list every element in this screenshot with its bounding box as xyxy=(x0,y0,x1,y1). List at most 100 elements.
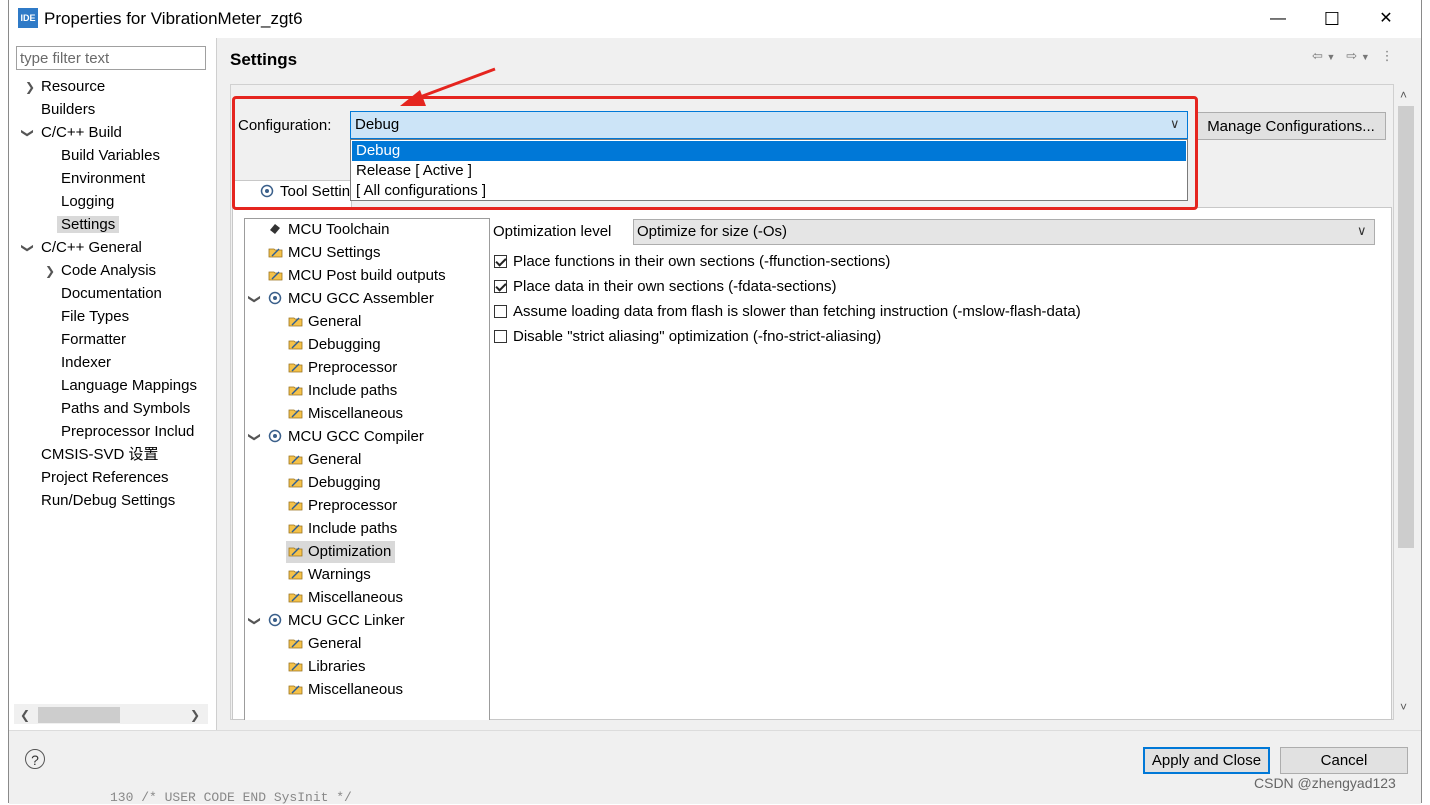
tree-item-assembler-include-paths[interactable]: Include paths xyxy=(288,380,397,402)
close-button[interactable]: ✕ xyxy=(1359,0,1413,38)
folder-settings-icon xyxy=(288,363,303,373)
folder-settings-icon xyxy=(288,593,303,603)
tree-item-indexer[interactable]: Indexer xyxy=(61,352,111,374)
tree-item-build-variables[interactable]: Build Variables xyxy=(61,145,160,167)
checkbox-data-sections[interactable]: Place data in their own sections (-fdata… xyxy=(494,277,837,297)
folder-settings-icon xyxy=(288,662,303,672)
chevron-down-icon[interactable]: ∨ xyxy=(1170,116,1180,132)
config-option-release[interactable]: Release [ Active ] xyxy=(352,161,1186,181)
folder-settings-icon xyxy=(288,685,303,695)
help-icon[interactable]: ? xyxy=(25,749,45,769)
checkbox[interactable] xyxy=(494,255,507,268)
tree-item-assembler-miscellaneous[interactable]: Miscellaneous xyxy=(288,403,403,425)
folder-settings-icon xyxy=(288,317,303,327)
minimize-button[interactable]: — xyxy=(1251,0,1305,38)
folder-settings-icon xyxy=(288,570,303,580)
checkbox[interactable] xyxy=(494,280,507,293)
folder-settings-icon xyxy=(288,639,303,649)
tree-item-logging[interactable]: Logging xyxy=(61,191,114,213)
scroll-right-icon[interactable]: ❯ xyxy=(190,708,200,722)
tree-item-file-types[interactable]: File Types xyxy=(61,306,129,328)
apply-and-close-button[interactable]: Apply and Close xyxy=(1143,747,1270,774)
tree-item-compiler-debugging[interactable]: Debugging xyxy=(288,472,381,494)
annotation-arrow-icon xyxy=(400,67,496,106)
tree-item-compiler-include-paths[interactable]: Include paths xyxy=(288,518,397,540)
optimization-level-label: Optimization level xyxy=(493,223,612,240)
back-menu-icon[interactable]: ▼ xyxy=(1327,52,1336,62)
scroll-down-icon[interactable]: ˅ xyxy=(1400,700,1407,714)
tree-item-cc-general[interactable]: ❯ C/C++ General xyxy=(21,237,142,259)
chevron-right-icon[interactable]: ❯ xyxy=(25,76,35,98)
checkbox[interactable] xyxy=(494,330,507,343)
forward-menu-icon[interactable]: ▼ xyxy=(1361,52,1370,62)
chevron-down-icon[interactable]: ❯ xyxy=(17,128,39,138)
settings-scroll-thumb[interactable] xyxy=(1398,106,1414,548)
tree-item-mcu-post-build[interactable]: MCU Post build outputs xyxy=(268,265,446,287)
tree-item-linker-libraries[interactable]: Libraries xyxy=(288,656,366,678)
tree-item-builders[interactable]: Builders xyxy=(41,99,95,121)
chevron-down-icon[interactable]: ❯ xyxy=(244,294,266,304)
folder-settings-icon xyxy=(288,386,303,396)
tree-item-documentation[interactable]: Documentation xyxy=(61,283,162,305)
tree-item-environment[interactable]: Environment xyxy=(61,168,145,190)
checkbox-slow-flash-data[interactable]: Assume loading data from flash is slower… xyxy=(494,302,1081,322)
cancel-button[interactable]: Cancel xyxy=(1280,747,1408,774)
folder-settings-icon xyxy=(288,340,303,350)
tree-item-run-debug-settings[interactable]: Run/Debug Settings xyxy=(41,490,175,512)
tree-item-mcu-gcc-compiler[interactable]: ❯ MCU GCC Compiler xyxy=(248,426,424,448)
tree-item-formatter[interactable]: Formatter xyxy=(61,329,126,351)
chevron-down-icon[interactable]: ❯ xyxy=(17,243,39,253)
tree-item-assembler-debugging[interactable]: Debugging xyxy=(288,334,381,356)
ide-logo-icon: IDE xyxy=(18,8,38,28)
tree-item-cc-build[interactable]: ❯ C/C++ Build xyxy=(21,122,122,144)
chip-icon xyxy=(270,224,280,234)
tree-item-mcu-toolchain[interactable]: MCU Toolchain xyxy=(268,219,389,241)
configuration-select[interactable] xyxy=(350,111,1188,139)
watermark: CSDN @zhengyad123 xyxy=(1254,775,1396,791)
tree-item-compiler-warnings[interactable]: Warnings xyxy=(288,564,371,586)
tree-scroll-thumb[interactable] xyxy=(38,707,120,723)
config-option-all[interactable]: [ All configurations ] xyxy=(352,181,1186,201)
chevron-down-icon[interactable]: ❯ xyxy=(244,432,266,442)
tree-item-mcu-settings[interactable]: MCU Settings xyxy=(268,242,381,264)
tree-item-linker-miscellaneous[interactable]: Miscellaneous xyxy=(288,679,403,701)
tree-item-paths-and-symbols[interactable]: Paths and Symbols xyxy=(61,398,190,420)
scroll-up-icon[interactable]: ˄ xyxy=(1400,88,1407,102)
checkbox-function-sections[interactable]: Place functions in their own sections (-… xyxy=(494,252,890,272)
chevron-down-icon[interactable]: ❯ xyxy=(244,616,266,626)
tree-item-cmsis-svd[interactable]: CMSIS-SVD 设置 xyxy=(41,444,159,466)
tab-tool-settings-label: Tool Setting xyxy=(260,183,358,200)
view-menu-icon[interactable]: ⋮ xyxy=(1381,48,1394,63)
configuration-value: Debug xyxy=(355,116,400,133)
folder-settings-icon xyxy=(288,524,303,534)
tree-item-compiler-miscellaneous[interactable]: Miscellaneous xyxy=(288,587,403,609)
tree-item-code-analysis[interactable]: ❯ Code Analysis xyxy=(45,260,156,282)
chevron-right-icon[interactable]: ❯ xyxy=(45,260,55,282)
manage-configurations-button[interactable]: Manage Configurations... xyxy=(1196,112,1386,140)
tree-item-settings[interactable]: Settings xyxy=(57,214,120,236)
tree-item-resource[interactable]: ❯ Resource xyxy=(25,76,105,98)
tree-item-preprocessor-include[interactable]: Preprocessor Includ xyxy=(61,421,207,443)
checkbox-no-strict-aliasing[interactable]: Disable "strict aliasing" optimization (… xyxy=(494,327,881,347)
back-icon[interactable]: ⇦ xyxy=(1312,48,1323,63)
tree-item-compiler-general[interactable]: General xyxy=(288,449,361,471)
tree-item-project-references[interactable]: Project References xyxy=(41,467,169,489)
tree-item-language-mappings[interactable]: Language Mappings xyxy=(61,375,207,397)
tree-item-linker-general[interactable]: General xyxy=(288,633,361,655)
tree-item-compiler-optimization[interactable]: Optimization xyxy=(286,541,396,563)
config-option-debug[interactable]: Debug xyxy=(352,141,1186,161)
filter-input[interactable] xyxy=(16,46,206,70)
tree-item-assembler-general[interactable]: General xyxy=(288,311,361,333)
folder-settings-icon xyxy=(288,501,303,511)
scroll-left-icon[interactable]: ❮ xyxy=(20,708,30,722)
tool-settings-icon xyxy=(260,184,274,198)
folder-settings-icon xyxy=(268,248,283,258)
checkbox[interactable] xyxy=(494,305,507,318)
chevron-down-icon[interactable]: ∨ xyxy=(1357,223,1367,239)
tree-item-mcu-gcc-assembler[interactable]: ❯ MCU GCC Assembler xyxy=(248,288,434,310)
maximize-button[interactable]: ☐ xyxy=(1305,0,1359,38)
tree-item-mcu-gcc-linker[interactable]: ❯ MCU GCC Linker xyxy=(248,610,405,632)
tree-item-assembler-preprocessor[interactable]: Preprocessor xyxy=(288,357,397,379)
forward-icon[interactable]: ⇨ xyxy=(1346,48,1357,63)
tree-item-compiler-preprocessor[interactable]: Preprocessor xyxy=(288,495,397,517)
